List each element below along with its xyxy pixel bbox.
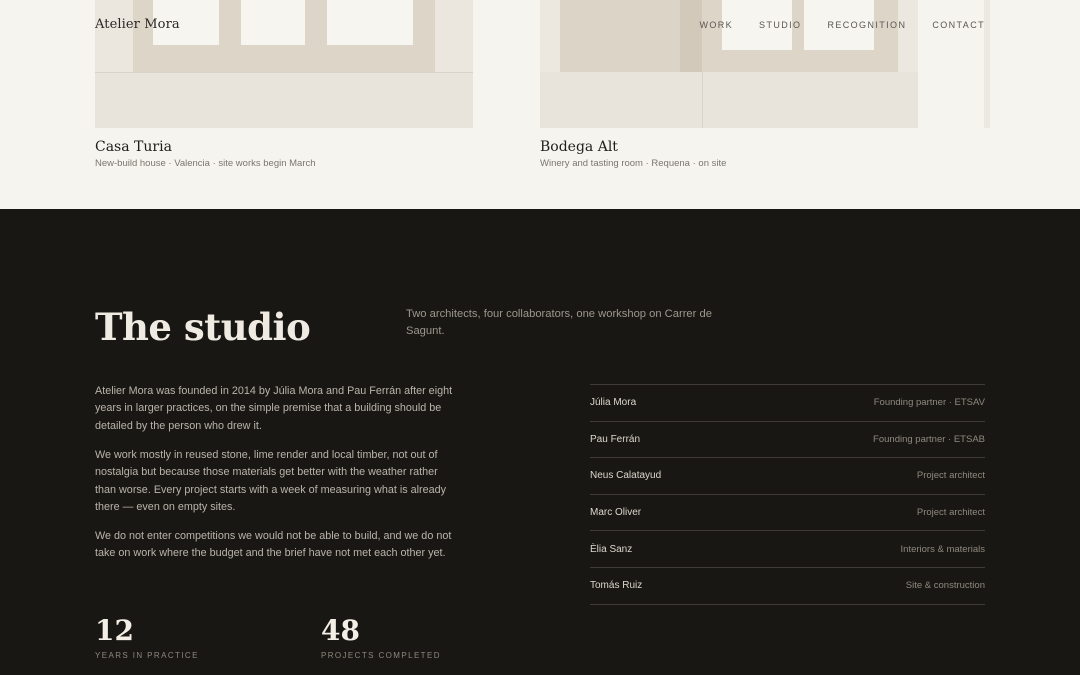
studio-lede: Two architects, four collaborators, one … [406,308,712,337]
team-member-role: Project architect [916,470,985,482]
project-meta: Winery and tasting room · Requena · on s… [540,158,727,169]
team-member-role: Site & construction [905,580,985,592]
site-logo[interactable]: Atelier Mora [95,17,180,32]
team-member-name: Marc Oliver [590,507,642,519]
team-member-name: Pau Ferrán [590,433,641,445]
team-member-name: Èlia Sanz [590,543,633,555]
team-member-name: Júlia Mora [590,397,637,409]
team-row: Èlia Sanz Interiors & materials [590,531,985,568]
team-row: Neus Calatayud Project architect [590,458,985,495]
studio-paragraph: Atelier Mora was founded in 2014 by Júli… [95,385,453,432]
stat-value: 48 [321,614,360,647]
stat-value: 12 [95,614,134,647]
stat-years: 12 YEARS IN PRACTICE [95,613,199,660]
team-member-name: Tomás Ruiz [590,580,643,592]
team-row: Pau Ferrán Founding partner · ETSAB [590,422,985,459]
studio-paragraph: We work mostly in reused stone, lime ren… [95,448,447,513]
stat-projects: 48 PROJECTS COMPLETED [321,613,441,660]
team-member-role: Interiors & materials [900,543,985,555]
team-member-role: Founding partner · ETSAB [873,433,985,445]
nav-link-work[interactable]: WORK [699,20,733,30]
team-list: Júlia Mora Founding partner · ETSAV Pau … [590,384,985,605]
studio-body: Atelier Mora was founded in 2014 by Júli… [95,383,453,574]
nav-link-contact[interactable]: CONTACT [932,20,985,30]
stat-label: PROJECTS COMPLETED [321,651,441,660]
nav-link-recognition[interactable]: RECOGNITION [827,20,906,30]
site-header: Atelier Mora WORK STUDIO RECOGNITION CON… [0,0,1080,52]
team-row: Tomás Ruiz Site & construction [590,568,985,605]
project-title[interactable]: Bodega Alt [540,139,618,155]
nav-link-studio[interactable]: STUDIO [759,20,801,30]
stat-label: YEARS IN PRACTICE [95,651,199,660]
main-nav: WORK STUDIO RECOGNITION CONTACT [699,20,985,30]
team-member-role: Founding partner · ETSAV [873,397,985,409]
team-row: Marc Oliver Project architect [590,495,985,532]
studio-section: The studio Two architects, four collabor… [0,209,1080,675]
studio-paragraph: We do not enter competitions we would no… [95,529,452,560]
project-meta: New-build house · Valencia · site works … [95,158,316,169]
team-member-role: Project architect [916,507,985,519]
team-row: Júlia Mora Founding partner · ETSAV [590,385,985,422]
studio-heading: The studio [95,305,311,349]
work-section: Casa Turia New-build house · Valencia · … [0,0,1080,209]
team-member-name: Neus Calatayud [590,470,662,482]
project-title[interactable]: Casa Turia [95,139,172,155]
